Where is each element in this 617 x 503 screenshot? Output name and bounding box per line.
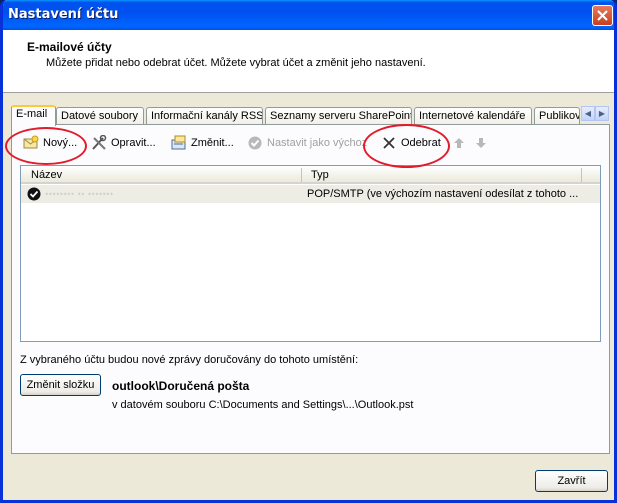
arrow-up-icon xyxy=(451,135,467,151)
tab-scroll-left-icon[interactable]: ◀ xyxy=(581,106,595,121)
column-separator[interactable] xyxy=(301,168,302,182)
tab-internet-calendars[interactable]: Internetové kalendáře xyxy=(414,107,532,125)
account-settings-window: Nastavení účtu E-mailové účty Můžete při… xyxy=(0,0,617,503)
account-type: POP/SMTP (ve výchozím nastavení odesílat… xyxy=(307,188,579,200)
tab-scroll-buttons: ◀ ▶ xyxy=(581,106,609,121)
repair-account-label: Opravit... xyxy=(111,137,156,149)
tab-data-files[interactable]: Datové soubory xyxy=(56,107,144,125)
new-account-button[interactable]: Nový... xyxy=(23,130,77,156)
move-up-button[interactable] xyxy=(451,130,467,156)
checkmark-icon xyxy=(247,135,263,151)
tab-published-calendars[interactable]: Publikov xyxy=(534,107,580,125)
tools-icon xyxy=(91,134,107,151)
delivery-location-label: Z vybraného účtu budou nové zprávy doruč… xyxy=(20,354,359,366)
change-account-label: Změnit... xyxy=(191,137,234,149)
delete-x-icon xyxy=(381,135,397,151)
title-bar[interactable]: Nastavení účtu xyxy=(3,0,614,30)
default-account-icon xyxy=(27,187,41,204)
arrow-down-icon xyxy=(473,135,489,151)
header-subtitle: Můžete přidat nebo odebrat účet. Můžete … xyxy=(46,57,426,69)
account-toolbar: Nový... Opravit... Změnit... Nastavit ja… xyxy=(11,130,601,156)
set-default-label: Nastavit jako výchoz xyxy=(267,137,368,149)
tab-scroll-right-icon[interactable]: ▶ xyxy=(595,106,609,121)
new-mail-icon xyxy=(23,135,39,151)
header-title: E-mailové účty xyxy=(27,40,112,54)
remove-account-label: Odebrat xyxy=(401,137,441,149)
change-folder-button[interactable]: Změnit složku xyxy=(20,374,101,396)
close-window-button[interactable] xyxy=(592,5,613,26)
tab-sharepoint-lists[interactable]: Seznamy serveru SharePoint xyxy=(265,107,412,125)
close-icon xyxy=(597,10,608,21)
column-separator[interactable] xyxy=(581,168,582,182)
table-row[interactable]: ········ ·· ······· POP/SMTP (ve výchozí… xyxy=(21,185,600,203)
remove-account-button[interactable]: Odebrat xyxy=(381,130,441,156)
accounts-list[interactable]: Název Typ ········ ·· ······· POP/SMTP (… xyxy=(20,165,601,342)
change-account-button[interactable]: Změnit... xyxy=(171,130,234,156)
tab-rss-feeds[interactable]: Informační kanály RSS xyxy=(146,107,263,125)
dialog-header: E-mailové účty Můžete přidat nebo odebra… xyxy=(3,30,614,93)
delivery-data-file: v datovém souboru C:\Documents and Setti… xyxy=(112,399,414,411)
column-type[interactable]: Typ xyxy=(311,169,329,181)
window-title: Nastavení účtu xyxy=(8,7,119,22)
delivery-folder-path: outlook\Doručená pošta xyxy=(112,379,250,393)
account-name: ········ ·· ······· xyxy=(45,188,114,200)
tab-strip: E-mail Datové soubory Informační kanály … xyxy=(11,105,611,126)
new-account-label: Nový... xyxy=(43,137,78,149)
change-settings-icon xyxy=(171,135,187,151)
repair-account-button[interactable]: Opravit... xyxy=(91,130,156,156)
set-default-button[interactable]: Nastavit jako výchoz xyxy=(247,130,367,156)
list-header: Název Typ xyxy=(21,166,600,184)
column-name[interactable]: Název xyxy=(31,169,62,181)
tab-email[interactable]: E-mail xyxy=(11,105,56,126)
close-button[interactable]: Zavřít xyxy=(535,470,608,492)
move-down-button[interactable] xyxy=(473,130,489,156)
